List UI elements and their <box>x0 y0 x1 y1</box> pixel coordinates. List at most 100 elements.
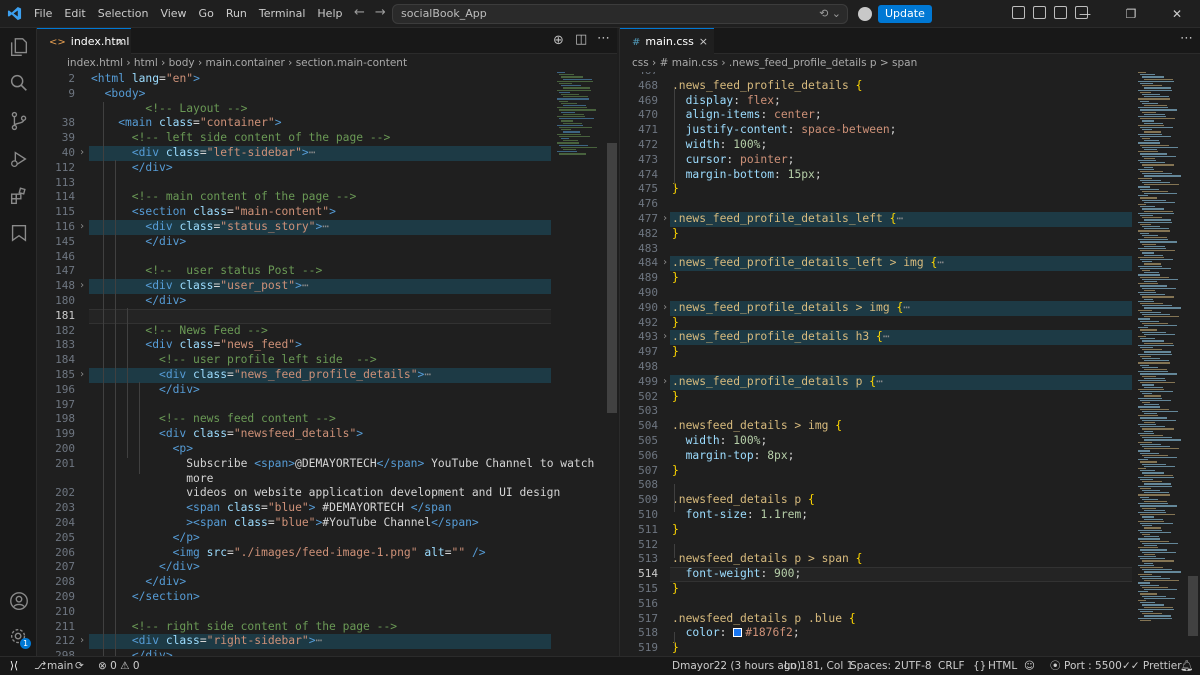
code-line[interactable]: 198 <!-- news feed content --> <box>37 412 617 427</box>
fold-chevron-icon[interactable]: › <box>79 279 85 294</box>
code-line[interactable]: 503 <box>620 404 1200 419</box>
code-line[interactable]: 205 </p> <box>37 531 617 546</box>
code-line[interactable]: 197 <box>37 398 617 413</box>
code-line[interactable]: 203 <span class="blue"> #DEMAYORTECH </s… <box>37 501 617 516</box>
code-line[interactable]: 113 <box>37 176 617 191</box>
source-control-icon[interactable] <box>8 110 30 132</box>
code-line[interactable]: 206 <img src="./images/feed-image-1.png"… <box>37 546 617 561</box>
code-line[interactable]: 490 <box>620 286 1200 301</box>
code-line[interactable]: 145 </div> <box>37 235 617 250</box>
code-line[interactable]: 39 <!-- left side content of the page --… <box>37 131 617 146</box>
problems-indicator[interactable]: ⊗ 0 ⚠ 0 <box>98 657 140 675</box>
code-line[interactable]: 509 .newsfeed_details p { <box>620 493 1200 508</box>
code-line[interactable]: 467 <box>620 72 1200 79</box>
code-editor-index-html[interactable]: 2 <html lang="en"> 9 <body> <!-- Layout --… <box>37 72 617 656</box>
toggle-panel-icon[interactable] <box>1033 6 1046 19</box>
end-of-line[interactable]: CRLF <box>938 657 965 675</box>
code-line[interactable]: 182 <!-- News Feed --> <box>37 324 617 339</box>
cursor-position[interactable]: Ln 181, Col 1 <box>784 657 853 675</box>
code-line[interactable]: <!-- Layout --> <box>37 102 617 117</box>
code-line[interactable]: 183 <div class="news_feed"> <box>37 338 617 353</box>
code-line[interactable]: 199 <div class="newsfeed_details"> <box>37 427 617 442</box>
minimap[interactable] <box>1138 72 1188 656</box>
code-line[interactable]: 200 <p> <box>37 442 617 457</box>
code-line[interactable]: 202 videos on website application develo… <box>37 486 617 501</box>
code-line[interactable]: 9 <body> <box>37 87 617 102</box>
code-line[interactable]: 498 <box>620 360 1200 375</box>
code-line[interactable]: 514 font-weight: 900; <box>620 567 1200 582</box>
code-line[interactable]: 493 › .news_feed_profile_details h3 {⋯ <box>620 330 1200 345</box>
code-line[interactable]: 518 color: #1876f2; <box>620 626 1200 641</box>
code-line[interactable]: 40 › <div class="left-sidebar">⋯ <box>37 146 617 161</box>
split-editor-icon[interactable]: ◫ <box>575 32 587 47</box>
code-line[interactable]: 185 › <div class="news_feed_profile_detai… <box>37 368 617 383</box>
code-line[interactable]: 512 <box>620 538 1200 553</box>
accounts-icon[interactable] <box>858 7 872 21</box>
bookmark-icon[interactable] <box>8 222 30 244</box>
close-tab-icon[interactable]: × <box>116 29 125 54</box>
fold-chevron-icon[interactable]: › <box>662 301 668 316</box>
fold-chevron-icon[interactable]: › <box>79 146 85 161</box>
menu-selection[interactable]: Selection <box>92 0 155 28</box>
code-line[interactable]: 510 font-size: 1.1rem; <box>620 508 1200 523</box>
code-line[interactable]: 473 cursor: pointer; <box>620 153 1200 168</box>
code-line[interactable]: 511} <box>620 523 1200 538</box>
code-line[interactable]: 468 .news_feed_profile_details { <box>620 79 1200 94</box>
code-line[interactable]: 38 <main class="container"> <box>37 116 617 131</box>
code-line[interactable]: 472 width: 100%; <box>620 138 1200 153</box>
git-branch-icon[interactable]: ⎇ <box>34 657 46 675</box>
code-line[interactable]: 513 .newsfeed_details p > span { <box>620 552 1200 567</box>
more-actions-icon[interactable]: ⋯ <box>1180 31 1193 46</box>
code-line[interactable]: 211 <!-- right side content of the page … <box>37 620 617 635</box>
code-line[interactable]: 114 <!-- main content of the page --> <box>37 190 617 205</box>
live-server-port[interactable]: Port : 5500 <box>1064 657 1122 675</box>
minimap[interactable] <box>557 72 607 656</box>
code-line[interactable]: 475} <box>620 182 1200 197</box>
code-line[interactable]: 505 width: 100%; <box>620 434 1200 449</box>
code-line[interactable]: 147 <!-- user status Post --> <box>37 264 617 279</box>
code-line[interactable]: 484 › .news_feed_profile_details_left > im… <box>620 256 1200 271</box>
code-line[interactable]: 517 .newsfeed_details p .blue { <box>620 612 1200 627</box>
more-actions-icon[interactable]: ⋯ <box>597 31 610 46</box>
code-line[interactable]: 492} <box>620 316 1200 331</box>
code-line[interactable]: 519} <box>620 641 1200 656</box>
fold-chevron-icon[interactable]: › <box>662 330 668 345</box>
tab-index-html[interactable]: <> index.html × <box>37 28 131 54</box>
code-line[interactable]: 116 › <div class="status_story">⋯ <box>37 220 617 235</box>
git-blame[interactable]: Dmayor22 (3 hours ago) <box>672 657 801 675</box>
code-line[interactable]: more <box>37 472 617 487</box>
code-line[interactable]: 210 <box>37 605 617 620</box>
remote-indicator-icon[interactable]: ⟩⟨ <box>0 657 28 675</box>
vscode-logo-icon[interactable] <box>0 0 28 28</box>
fold-chevron-icon[interactable]: › <box>662 375 668 390</box>
menu-help[interactable]: Help <box>311 0 348 28</box>
code-line[interactable]: 208 </div> <box>37 575 617 590</box>
minimize-icon[interactable]: — <box>1062 0 1108 28</box>
code-line[interactable]: 112 </div> <box>37 161 617 176</box>
code-line[interactable]: 196 </div> <box>37 383 617 398</box>
extensions-icon[interactable] <box>8 185 30 207</box>
code-line[interactable]: 115 <section class="main-content"> <box>37 205 617 220</box>
update-button[interactable]: Update <box>878 5 932 23</box>
indentation[interactable]: Spaces: 2 <box>850 657 901 675</box>
code-line[interactable]: 507} <box>620 464 1200 479</box>
code-line[interactable]: 470 align-items: center; <box>620 108 1200 123</box>
code-line[interactable]: 2 <html lang="en"> <box>37 72 617 87</box>
code-line[interactable]: 204 ><span class="blue">#YouTube Channel… <box>37 516 617 531</box>
scrollbar-thumb[interactable] <box>1188 576 1198 636</box>
language-mode[interactable]: HTML <box>988 657 1017 675</box>
run-debug-icon[interactable] <box>8 148 30 170</box>
code-line[interactable]: 508 <box>620 478 1200 493</box>
prettier-status[interactable]: ✓✓ Prettier <box>1122 657 1182 675</box>
code-line[interactable]: 181 <box>37 309 617 324</box>
menu-file[interactable]: File <box>28 0 58 28</box>
code-line[interactable]: 180 </div> <box>37 294 617 309</box>
code-line[interactable]: 482} <box>620 227 1200 242</box>
tab-main-css[interactable]: # main.css × <box>620 28 714 54</box>
code-line[interactable]: 506 margin-top: 8px; <box>620 449 1200 464</box>
account-icon[interactable] <box>8 590 30 612</box>
git-branch[interactable]: main <box>47 657 73 675</box>
menu-terminal[interactable]: Terminal <box>253 0 312 28</box>
copilot-icon[interactable]: ☺ <box>1024 657 1035 675</box>
code-line[interactable]: 497} <box>620 345 1200 360</box>
